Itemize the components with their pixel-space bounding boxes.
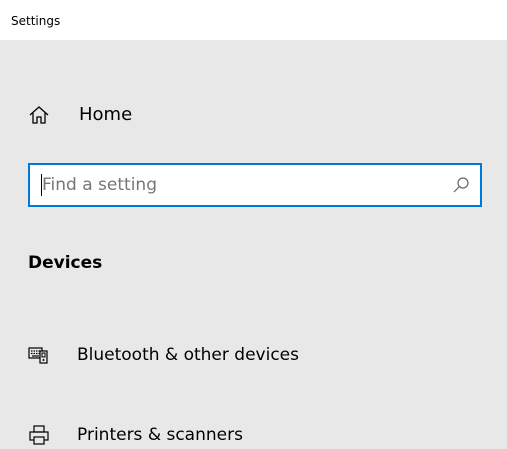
text-caret	[41, 174, 42, 196]
nav-item-bluetooth-label: Bluetooth & other devices	[77, 345, 299, 365]
home-icon	[29, 106, 49, 124]
nav-item-bluetooth[interactable]: Bluetooth & other devices	[0, 334, 507, 378]
bluetooth-devices-icon	[28, 347, 48, 364]
search-icon[interactable]	[452, 176, 470, 194]
nav-item-home-label: Home	[79, 104, 133, 125]
printer-icon	[29, 425, 49, 445]
nav-item-home[interactable]: Home	[0, 94, 507, 138]
title-bar[interactable]: Settings	[0, 0, 507, 40]
search-box[interactable]	[28, 163, 482, 207]
settings-window: Settings Home Devices Bluetooth & other …	[0, 0, 507, 449]
search-input[interactable]	[38, 171, 442, 199]
nav-item-printers[interactable]: Printers & scanners	[0, 414, 507, 449]
section-heading: Devices	[28, 253, 103, 273]
app-title: Settings	[11, 14, 61, 28]
nav-item-printers-label: Printers & scanners	[77, 425, 243, 445]
